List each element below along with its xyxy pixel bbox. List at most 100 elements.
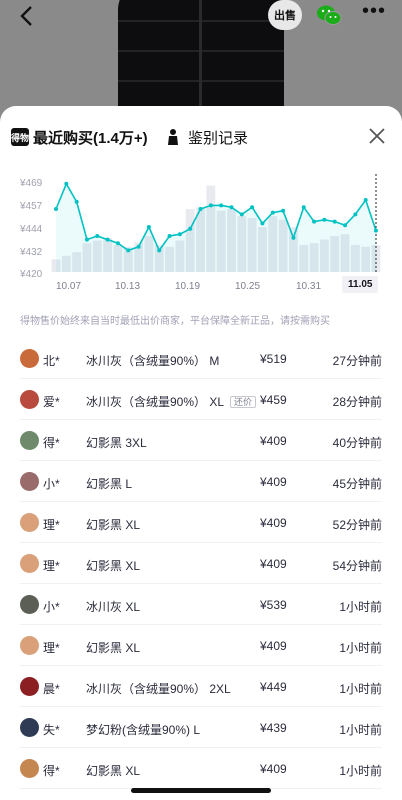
buyer-name: 理* [43, 559, 60, 573]
avatar [20, 390, 39, 409]
spec-text: 幻影黑 XL [86, 559, 141, 573]
recent-purchases-sheet: 得物 最近购买(1.4万+) 鉴别记录 ¥469 ¥457 ¥444 ¥432 … [0, 106, 402, 800]
spec-text: 幻影黑 XL [86, 518, 141, 532]
purchase-time: 52分钟前 [332, 518, 382, 532]
sell-button[interactable]: 出售 [268, 0, 302, 30]
price-point [260, 221, 265, 226]
spec-text: 冰川灰 XL [86, 600, 141, 614]
back-arrow-icon[interactable] [16, 4, 40, 28]
avatar [20, 718, 39, 737]
purchase-time: 54分钟前 [332, 559, 382, 573]
avatar [20, 554, 39, 573]
price-point [136, 244, 141, 249]
price-point [250, 205, 255, 210]
price-point [115, 241, 120, 246]
price-point [301, 205, 306, 210]
purchase-spec: 幻影黑 L [86, 475, 132, 492]
purchase-price: ¥409 [260, 639, 287, 653]
purchase-time: 1小时前 [339, 600, 382, 614]
price-point [54, 207, 58, 211]
spec-text: 冰川灰（含绒量90%） XL [86, 395, 225, 409]
purchase-price: ¥539 [260, 598, 287, 612]
tab-auth-label: 鉴别记录 [188, 129, 249, 147]
buyer-name: 理* [43, 641, 60, 655]
price-point [198, 207, 203, 211]
price-point [312, 219, 317, 224]
buyer-name: 爱* [43, 395, 60, 409]
tab-recent-purchases[interactable]: 得物 最近购买(1.4万+) [11, 125, 148, 149]
purchase-spec: 幻影黑 XL [86, 557, 140, 574]
purchase-spec: 梦幻粉(含绒量90%) L [86, 721, 200, 738]
price-point [84, 237, 89, 242]
purchase-row: 理* 幻影黑 XL ¥409 52分钟前 [20, 502, 382, 543]
spec-text: 梦幻粉(含绒量90%) L [86, 723, 201, 737]
price-chart-canvas [51, 174, 381, 272]
price-point [208, 203, 213, 208]
price-notice: 得物售价始终来自当时最低出价商家，平台保障全新正品，请按需购买 [20, 316, 330, 327]
x-tick-label: 10.31 [296, 281, 322, 292]
price-point [64, 181, 69, 186]
buyer-name: 理* [43, 518, 60, 532]
purchase-time: 1小时前 [339, 723, 382, 737]
home-indicator [131, 788, 271, 793]
purchase-row: 得* 幻影黑 3XL ¥409 40分钟前 [20, 420, 382, 461]
purchase-row: 小* 冰川灰 XL ¥539 1小时前 [20, 584, 382, 625]
purchase-spec: 幻影黑 3XL [86, 434, 147, 451]
price-point [219, 203, 224, 208]
price-point [126, 248, 131, 253]
spec-text: 幻影黑 L [86, 477, 133, 491]
price-point [167, 234, 172, 238]
avatar [20, 759, 39, 778]
purchase-price: ¥409 [260, 762, 287, 776]
price-point [177, 232, 182, 237]
sheet-tabs: 得物 最近购买(1.4万+) 鉴别记录 [0, 106, 402, 166]
x-tick-label: 10.19 [175, 281, 201, 292]
avatar [20, 677, 39, 696]
price-point [95, 234, 100, 238]
purchase-time: 1小时前 [339, 764, 382, 778]
tab-authentication-records[interactable]: 鉴别记录 [166, 125, 248, 149]
purchase-spec: 幻影黑 XL [86, 639, 140, 656]
top-bar: 出售 ••• [0, 0, 402, 32]
purchase-row: 得* 幻影黑 XL ¥409 1小时前 [20, 748, 382, 789]
purchase-time: 27分钟前 [332, 354, 382, 368]
buyer-name: 得* [43, 436, 60, 450]
purchase-time: 1小时前 [339, 641, 382, 655]
x-tick-label: 10.07 [56, 281, 82, 292]
more-options-icon[interactable]: ••• [362, 1, 386, 24]
spec-text: 幻影黑 XL [86, 764, 141, 778]
purchase-time: 45分钟前 [332, 477, 382, 491]
price-trend-chart[interactable]: ¥469 ¥457 ¥444 ¥432 ¥420 10.07 10.13 10.… [20, 174, 382, 306]
x-tick-label: 10.13 [115, 281, 141, 292]
purchase-price: ¥439 [260, 721, 287, 735]
avatar [20, 513, 39, 532]
price-point [239, 212, 244, 217]
price-point [363, 198, 368, 202]
purchase-spec: 冰川灰 XL [86, 598, 140, 615]
price-point [332, 219, 337, 224]
purchase-price: ¥409 [260, 516, 287, 530]
price-point [74, 199, 79, 204]
purchase-row: 理* 幻影黑 XL ¥409 1小时前 [20, 625, 382, 666]
purchase-row: 爱* 冰川灰（含绒量90%） XL 还价 ¥459 28分钟前 [20, 379, 382, 420]
buyer-name: 小* [43, 477, 60, 491]
price-point [229, 205, 234, 210]
avatar [20, 349, 39, 368]
tab-recent-label: 最近购买(1.4万+) [33, 129, 148, 147]
price-point [188, 226, 193, 231]
price-point [374, 228, 378, 233]
purchase-list: 北* 冰川灰（含绒量90%） M ¥519 27分钟前 爱* 冰川灰（含绒量90%） XL… [20, 338, 382, 789]
purchase-price: ¥519 [260, 352, 287, 366]
buyer-name: 北* [43, 354, 60, 368]
price-point [105, 237, 110, 242]
buyer-name: 失* [43, 723, 60, 737]
avatar [20, 431, 39, 450]
wechat-icon[interactable] [316, 3, 342, 27]
purchase-spec: 幻影黑 XL [86, 762, 140, 779]
purchase-spec: 冰川灰（含绒量90%） 2XL [86, 680, 231, 697]
close-icon[interactable] [368, 127, 386, 145]
price-point [353, 212, 358, 217]
spec-text: 幻影黑 3XL [86, 436, 147, 450]
purchase-time: 40分钟前 [332, 436, 382, 450]
x-tick-label-selected: 11.05 [342, 276, 379, 293]
